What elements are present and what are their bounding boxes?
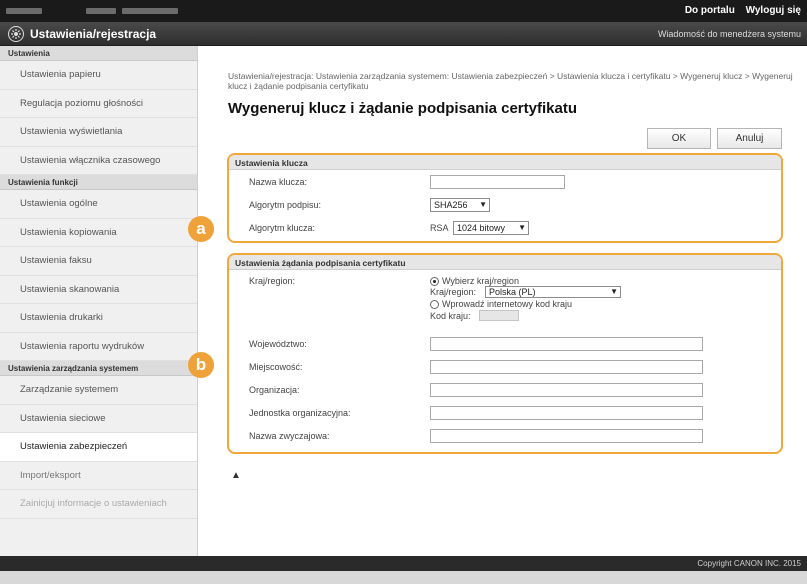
app-title: Ustawienia/rejestracja bbox=[30, 27, 157, 41]
country-code-label: Kod kraju: bbox=[430, 311, 471, 321]
sidebar-item-general[interactable]: Ustawienia ogólne bbox=[0, 190, 197, 219]
breadcrumb: Ustawienia/rejestracja: Ustawienia zarzą… bbox=[228, 71, 793, 91]
country-inner-label: Kraj/region: bbox=[430, 287, 477, 297]
back-to-top-link[interactable]: ▲ bbox=[231, 470, 241, 481]
key-name-input[interactable] bbox=[430, 175, 565, 189]
sidebar-item-network[interactable]: Ustawienia sieciowe bbox=[0, 405, 197, 433]
organizational-unit-label: Jednostka organizacyjna: bbox=[249, 408, 351, 418]
sidebar-item-paper[interactable]: Ustawienia papieru bbox=[0, 61, 197, 90]
settings-logo-icon bbox=[8, 26, 24, 42]
device-name-blurred bbox=[6, 8, 42, 14]
city-label: Miejscowość: bbox=[249, 362, 303, 372]
ok-button[interactable]: OK bbox=[647, 128, 711, 149]
cancel-button[interactable]: Anuluj bbox=[717, 128, 782, 149]
annotation-badge-b: b bbox=[188, 352, 214, 378]
key-settings-heading: Ustawienia klucza bbox=[229, 155, 781, 170]
main-content: Ustawienia/rejestracja: Ustawienia zarzą… bbox=[198, 46, 807, 556]
sidebar-item-copy[interactable]: Ustawienia kopiowania bbox=[0, 219, 197, 247]
sidebar-item-initialize[interactable]: Zainicjuj informacje o ustawieniach bbox=[0, 490, 197, 519]
sidebar-item-timer[interactable]: Ustawienia włącznika czasowego bbox=[0, 147, 197, 175]
signature-algorithm-label: Algorytm podpisu: bbox=[249, 200, 322, 210]
key-length-select[interactable]: 1024 bitowy ▼ bbox=[453, 221, 529, 235]
enter-country-code-option-label: Wprowadź internetowy kod kraju bbox=[442, 299, 573, 309]
organization-input[interactable] bbox=[430, 383, 703, 397]
copyright-text: Copyright CANON INC. 2015 bbox=[697, 559, 801, 568]
device-series-blurred bbox=[122, 8, 178, 14]
footer: Copyright CANON INC. 2015 bbox=[0, 556, 807, 571]
chevron-down-icon: ▼ bbox=[479, 200, 487, 209]
country-label: Kraj/region: bbox=[249, 276, 296, 286]
key-algorithm-prefix: RSA bbox=[430, 223, 449, 233]
top-links: Do portalu Wyloguj się bbox=[677, 5, 801, 16]
city-input[interactable] bbox=[430, 360, 703, 374]
sidebar-item-printer[interactable]: Ustawienia drukarki bbox=[0, 304, 197, 333]
sidebar-item-fax[interactable]: Ustawienia faksu bbox=[0, 247, 197, 276]
sidebar-item-import-export[interactable]: Import/eksport bbox=[0, 462, 197, 490]
country-code-input bbox=[479, 310, 519, 321]
key-length-value: 1024 bitowy bbox=[457, 223, 506, 233]
app-header: Ustawienia/rejestracja Wiadomość do mene… bbox=[0, 22, 807, 46]
key-algorithm-label: Algorytm klucza: bbox=[249, 223, 316, 233]
select-country-radio[interactable] bbox=[430, 277, 439, 286]
organization-label: Organizacja: bbox=[249, 385, 300, 395]
device-model-blurred bbox=[86, 8, 116, 14]
sidebar-section-title: Ustawienia zarządzania systemem bbox=[0, 361, 197, 376]
province-input[interactable] bbox=[430, 337, 703, 351]
sidebar-item-display[interactable]: Ustawienia wyświetlania bbox=[0, 118, 197, 147]
organizational-unit-input[interactable] bbox=[430, 406, 703, 420]
country-value: Polska (PL) bbox=[489, 287, 536, 297]
chevron-down-icon: ▼ bbox=[518, 223, 526, 232]
sidebar-item-print-report[interactable]: Ustawienia raportu wydruków bbox=[0, 333, 197, 361]
sidebar-section-title: Ustawienia funkcji bbox=[0, 175, 197, 190]
enter-country-code-radio[interactable] bbox=[430, 300, 439, 309]
sidebar-item-volume[interactable]: Regulacja poziomu głośności bbox=[0, 90, 197, 118]
key-settings-group: Ustawienia klucza Nazwa klucza: Algorytm… bbox=[227, 153, 783, 243]
sidebar: Ustawienia Ustawienia papieru Regulacja … bbox=[0, 46, 198, 556]
annotation-badge-a: a bbox=[188, 216, 214, 242]
logout-link[interactable]: Wyloguj się bbox=[746, 5, 801, 16]
common-name-input[interactable] bbox=[430, 429, 703, 443]
page-title: Wygeneruj klucz i żądanie podpisania cer… bbox=[228, 100, 577, 117]
top-bar: Do portalu Wyloguj się bbox=[0, 0, 807, 22]
portal-link[interactable]: Do portalu bbox=[685, 5, 735, 16]
bottom-strip bbox=[0, 571, 807, 584]
signature-algorithm-value: SHA256 bbox=[434, 200, 468, 210]
key-name-label: Nazwa klucza: bbox=[249, 177, 308, 187]
chevron-down-icon: ▼ bbox=[610, 287, 618, 296]
sidebar-item-scan[interactable]: Ustawienia skanowania bbox=[0, 276, 197, 304]
country-select[interactable]: Polska (PL) ▼ bbox=[485, 286, 621, 298]
select-country-option-label: Wybierz kraj/region bbox=[442, 276, 519, 286]
signature-algorithm-select[interactable]: SHA256 ▼ bbox=[430, 198, 490, 212]
sidebar-item-system-management[interactable]: Zarządzanie systemem bbox=[0, 376, 197, 405]
message-to-admin-link[interactable]: Wiadomość do menedżera systemu bbox=[658, 29, 801, 39]
common-name-label: Nazwa zwyczajowa: bbox=[249, 431, 330, 441]
csr-settings-heading: Ustawienia żądania podpisania certyfikat… bbox=[229, 255, 781, 270]
sidebar-section-title: Ustawienia bbox=[0, 46, 197, 61]
province-label: Województwo: bbox=[249, 339, 307, 349]
sidebar-item-security[interactable]: Ustawienia zabezpieczeń bbox=[0, 433, 197, 462]
csr-settings-group: Ustawienia żądania podpisania certyfikat… bbox=[227, 253, 783, 454]
